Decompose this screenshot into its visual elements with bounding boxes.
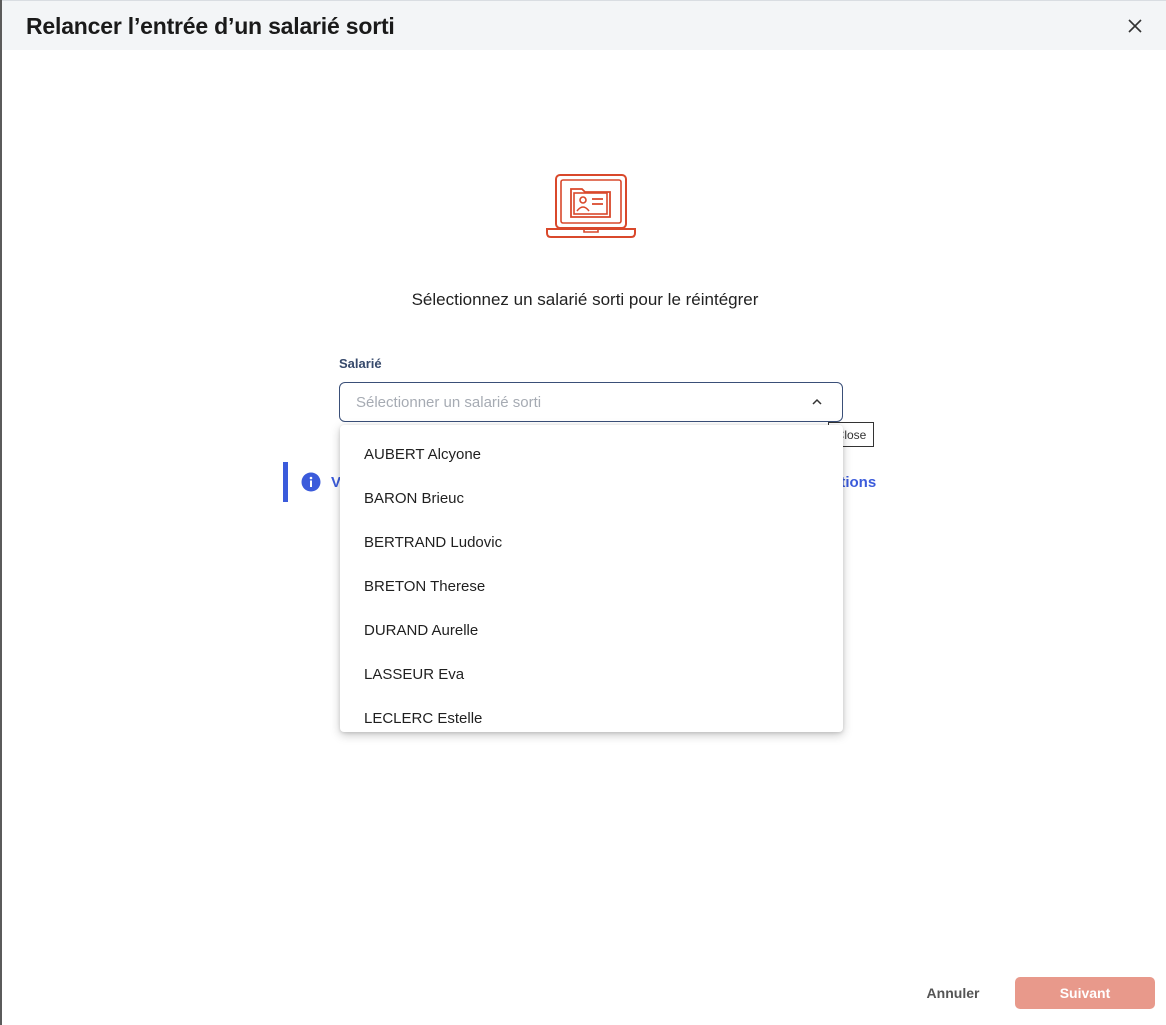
dropdown-option[interactable]: BERTRAND Ludovic [340, 520, 843, 564]
cancel-button[interactable]: Annuler [912, 978, 994, 1008]
laptop-employee-folder-icon [544, 172, 640, 240]
next-button[interactable]: Suivant [1015, 977, 1155, 1009]
dropdown-option[interactable]: AUBERT Alcyone [340, 432, 843, 476]
modal-title: Relancer l’entrée d’un salarié sorti [26, 13, 395, 39]
info-icon [301, 472, 321, 492]
modal-header: Relancer l’entrée d’un salarié sorti [2, 0, 1166, 50]
employee-select-placeholder: Sélectionner un salarié sorti [356, 394, 542, 411]
employee-dropdown-list: AUBERT Alcyone BARON Brieuc BERTRAND Ludov… [340, 425, 843, 732]
close-icon[interactable] [1124, 15, 1146, 37]
dropdown-option[interactable]: LASSEUR Eva [340, 652, 843, 696]
dropdown-option[interactable]: DURAND Aurelle [340, 608, 843, 652]
employee-select[interactable]: Sélectionner un salarié sorti [339, 382, 843, 422]
dropdown-option[interactable]: BARON Brieuc [340, 476, 843, 520]
employee-field-label: Salarié [339, 356, 382, 371]
chevron-up-icon[interactable] [810, 395, 824, 409]
info-banner-accent [283, 462, 288, 502]
dropdown-option[interactable]: LECLERC Estelle [340, 696, 843, 732]
dropdown-option[interactable]: BRETON Therese [340, 564, 843, 608]
page-subtitle: Sélectionnez un salarié sorti pour le ré… [411, 290, 759, 309]
modal-dialog: Relancer l’entrée d’un salarié sorti Sél… [0, 0, 1166, 1025]
